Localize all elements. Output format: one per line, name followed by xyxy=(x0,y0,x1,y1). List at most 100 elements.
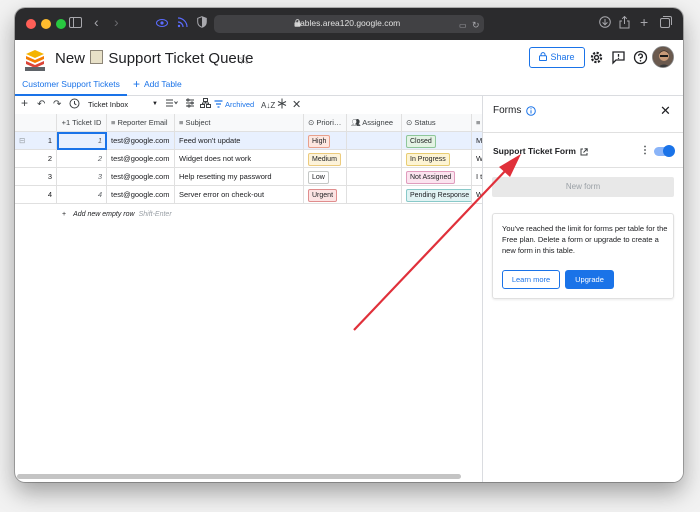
cell-priority[interactable]: High xyxy=(304,132,347,150)
grid-header-row: +1 Ticket ID ≡ Reporter Email ≡ Subject … xyxy=(15,114,482,132)
cell-reporter-email[interactable]: test@google.com xyxy=(107,132,175,150)
back-icon[interactable]: ‹ xyxy=(94,14,99,30)
table-row[interactable]: 3 3 test@google.com Help resetting my pa… xyxy=(15,168,482,186)
rss-icon[interactable] xyxy=(177,16,188,32)
close-panel-icon[interactable]: ✕ xyxy=(660,103,671,119)
redo-icon[interactable]: ↷ xyxy=(53,98,61,112)
undo-icon[interactable]: ↶ xyxy=(37,98,45,112)
table-row[interactable]: ⊟ 1 1 test@google.com Feed won't update H… xyxy=(15,132,482,150)
tables-logo-icon[interactable] xyxy=(24,48,46,72)
form-name-link[interactable]: Support Ticket Form xyxy=(493,146,576,156)
cell-subject[interactable]: Feed won't update xyxy=(175,132,304,150)
shield-icon[interactable] xyxy=(197,16,207,32)
page-title[interactable]: New Support Ticket Queue xyxy=(55,50,253,67)
share-page-icon[interactable] xyxy=(619,15,630,33)
gear-icon[interactable] xyxy=(589,50,604,65)
cell-reporter-email[interactable]: test@google.com xyxy=(107,168,175,186)
downloads-icon[interactable] xyxy=(599,16,611,32)
view-select[interactable]: Ticket Inbox ▼ xyxy=(88,98,158,111)
cell-ticket-id[interactable]: 3 xyxy=(57,168,107,186)
horizontal-scrollbar[interactable] xyxy=(17,474,461,479)
form-enabled-toggle[interactable] xyxy=(654,145,675,157)
add-empty-row-button[interactable]: + Add new empty row Shift-Enter xyxy=(62,211,172,218)
sort-az-icon[interactable]: A↓Z xyxy=(261,99,275,113)
group-icon[interactable] xyxy=(200,98,211,113)
cell-reporter-email[interactable]: test@google.com xyxy=(107,150,175,168)
column-header-reporter-email[interactable]: ≡ Reporter Email xyxy=(107,114,175,132)
cell-priority[interactable]: Medium xyxy=(304,150,347,168)
tab-overview-icon[interactable] xyxy=(660,16,672,32)
expand-row-icon[interactable]: ⊟ xyxy=(19,132,25,149)
cell-assignee[interactable] xyxy=(347,132,402,150)
cell-reporter-email[interactable]: test@google.com xyxy=(107,186,175,204)
column-header-subject[interactable]: ≡ Subject xyxy=(175,114,304,132)
forward-icon[interactable]: › xyxy=(114,14,119,30)
cell-overflow[interactable]: Wh xyxy=(472,150,482,168)
cell-status[interactable]: Not Assigned xyxy=(402,168,472,186)
minimize-window-button[interactable] xyxy=(41,19,51,29)
new-form-button[interactable]: New form xyxy=(492,177,674,197)
cell-status[interactable]: In Progress xyxy=(402,150,472,168)
cell-subject[interactable]: Server error on check-out xyxy=(175,186,304,204)
cell-overflow[interactable]: Wh xyxy=(472,186,482,204)
share-button[interactable]: Share xyxy=(529,47,585,68)
cell-ticket-id[interactable]: 1 xyxy=(57,132,107,150)
cell-priority[interactable]: Low xyxy=(304,168,347,186)
tab-customer-support-tickets[interactable]: Customer Support Tickets xyxy=(15,75,127,96)
cell-assignee[interactable] xyxy=(347,168,402,186)
cell-status[interactable]: Closed xyxy=(402,132,472,150)
cell-priority[interactable]: Urgent xyxy=(304,186,347,204)
cell-status[interactable]: Pending Response xyxy=(402,186,472,204)
data-grid: +1 Ticket ID ≡ Reporter Email ≡ Subject … xyxy=(15,114,482,454)
column-header-status[interactable]: ⊙ Status xyxy=(402,114,472,132)
view-select-value: Ticket Inbox xyxy=(88,100,129,109)
add-row-icon[interactable]: + xyxy=(21,96,28,110)
column-header-priority[interactable]: ⊙ Priori… xyxy=(304,114,347,132)
close-icon[interactable]: ✕ xyxy=(292,98,301,112)
freeze-columns-icon[interactable] xyxy=(277,98,287,114)
panel-title: Forms xyxy=(493,105,522,116)
cell-subject[interactable]: Help resetting my password xyxy=(175,168,304,186)
archived-filter-chip[interactable]: Archived xyxy=(214,99,254,111)
column-header-assignee[interactable]: 👥︎ Assignee xyxy=(347,114,402,132)
table-row[interactable]: 2 2 test@google.com Widget does not work… xyxy=(15,150,482,168)
star-icon[interactable]: ☆ xyxy=(238,51,251,68)
add-table-button[interactable]: + Add Table xyxy=(133,75,182,96)
row-number-value: 1 xyxy=(47,136,52,145)
picture-in-picture-icon[interactable]: ▭ xyxy=(459,18,467,34)
new-tab-icon[interactable]: + xyxy=(640,14,648,30)
user-avatar-icon xyxy=(653,47,673,67)
table-row[interactable]: 4 4 test@google.com Server error on chec… xyxy=(15,186,482,204)
sidebar-toggle-icon[interactable] xyxy=(69,16,82,32)
column-label: Reporter Email xyxy=(117,118,168,127)
info-icon[interactable] xyxy=(526,106,536,116)
view-options-icon[interactable] xyxy=(165,98,178,113)
avatar[interactable] xyxy=(652,46,674,68)
extension-eye-icon[interactable] xyxy=(156,16,168,32)
address-bar[interactable]: tables.area120.google.com ▭ ↻ xyxy=(214,15,484,33)
learn-more-button[interactable]: Learn more xyxy=(502,270,560,289)
add-row-shortcut-hint: Shift-Enter xyxy=(138,211,172,218)
close-window-button[interactable] xyxy=(26,19,36,29)
cell-assignee[interactable] xyxy=(347,150,402,168)
status-chip: Closed xyxy=(406,135,436,148)
feedback-icon[interactable] xyxy=(611,50,626,65)
cell-overflow[interactable]: My xyxy=(472,132,482,150)
column-header-overflow[interactable]: ≡ xyxy=(472,114,482,132)
reload-icon[interactable]: ↻ xyxy=(472,17,480,33)
cell-subject[interactable]: Widget does not work xyxy=(175,150,304,168)
zoom-window-button[interactable] xyxy=(56,19,66,29)
help-icon[interactable] xyxy=(633,50,648,65)
cell-overflow[interactable]: I ta xyxy=(472,168,482,186)
column-header-ticket-id[interactable]: +1 Ticket ID xyxy=(57,114,107,132)
column-label: Subject xyxy=(185,118,211,127)
open-external-icon[interactable] xyxy=(580,148,588,156)
cell-assignee[interactable] xyxy=(347,186,402,204)
cell-ticket-id[interactable]: 4 xyxy=(57,186,107,204)
more-options-icon[interactable]: ⋮ xyxy=(640,145,650,156)
filter-sliders-icon[interactable] xyxy=(185,98,195,113)
history-icon[interactable] xyxy=(69,98,80,114)
form-limit-card: You've reached the limit for forms per t… xyxy=(492,213,674,299)
upgrade-button[interactable]: Upgrade xyxy=(565,270,614,289)
cell-ticket-id[interactable]: 2 xyxy=(57,150,107,168)
